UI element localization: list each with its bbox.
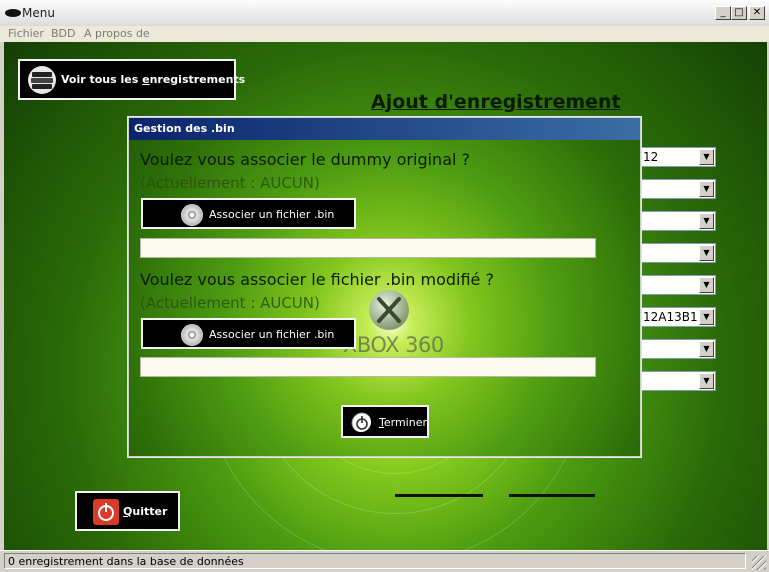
quit-button[interactable]: Quitter <box>75 491 180 531</box>
combo-field-7[interactable]: ▼ <box>640 339 716 359</box>
combo-field-3[interactable]: ▼ <box>640 211 716 231</box>
view-all-records-label: Voir tous les enregistrements <box>61 73 246 86</box>
hidden-button-edge <box>395 494 483 497</box>
app-icon <box>5 9 21 17</box>
chevron-down-icon[interactable]: ▼ <box>699 309 714 325</box>
xbox-watermark: XBOX 360 <box>343 333 444 357</box>
question-modified: Voulez vous associer le fichier .bin mod… <box>140 270 494 289</box>
chevron-down-icon[interactable]: ▼ <box>699 149 714 165</box>
main-window: Menu _ □ ✕ Fichier BDD A propos de Voir … <box>0 0 769 572</box>
quit-label: Quitter <box>123 505 168 518</box>
combo-value: 12 <box>643 150 659 164</box>
chevron-down-icon[interactable]: ▼ <box>699 213 714 229</box>
question-dummy: Voulez vous associer le dummy original ? <box>140 150 471 169</box>
combo-field-1[interactable]: 12 ▼ <box>640 147 716 167</box>
chevron-down-icon[interactable]: ▼ <box>699 277 714 293</box>
resize-grip-icon[interactable] <box>752 556 766 570</box>
chevron-down-icon[interactable]: ▼ <box>699 373 714 389</box>
view-all-records-button[interactable]: Voir tous les enregistrements <box>18 59 245 100</box>
menu-bar: Fichier BDD A propos de <box>0 26 769 42</box>
finish-button[interactable]: Terminer <box>341 405 429 438</box>
page-heading: Ajout d'enregistrement <box>371 91 621 113</box>
power-icon <box>93 499 119 525</box>
bin-management-dialog: Gestion des .bin Voulez vous associer le… <box>128 117 641 457</box>
status-text: 0 enregistrement dans la base de données <box>4 553 746 569</box>
associate-dummy-label: Associer un fichier .bin <box>209 208 335 221</box>
disc-icon <box>181 204 203 226</box>
menu-a-propos[interactable]: A propos de <box>84 27 150 40</box>
dialog-title: Gestion des .bin <box>134 122 235 135</box>
current-dummy-status: (Actuellement : AUCUN) <box>140 174 320 192</box>
associate-modified-label: Associer un fichier .bin <box>209 328 335 341</box>
finish-label: Terminer <box>379 416 427 429</box>
combo-field-5[interactable]: ▼ <box>640 275 716 295</box>
combo-field-2[interactable]: ▼ <box>640 179 716 199</box>
menu-fichier[interactable]: Fichier <box>8 27 44 40</box>
window-title: Menu <box>22 6 55 20</box>
maximize-button[interactable]: □ <box>731 6 747 20</box>
disc-icon <box>181 324 203 346</box>
current-modified-status: (Actuellement : AUCUN) <box>140 294 320 312</box>
combo-field-6[interactable]: 12A13B1 ▼ <box>640 307 716 327</box>
minimize-button[interactable]: _ <box>715 6 731 20</box>
combo-value: 12A13B1 <box>643 310 698 324</box>
associate-modified-button[interactable]: Associer un fichier .bin <box>141 318 356 349</box>
dialog-title-bar[interactable]: Gestion des .bin <box>129 118 640 140</box>
power-icon <box>351 412 371 432</box>
chevron-down-icon[interactable]: ▼ <box>699 341 714 357</box>
dummy-path-field[interactable] <box>140 238 596 258</box>
xbox-logo-icon <box>369 290 409 330</box>
title-bar[interactable]: Menu _ □ ✕ <box>0 0 769 27</box>
hidden-button-edge <box>509 494 595 497</box>
associate-dummy-button[interactable]: Associer un fichier .bin <box>141 198 356 229</box>
xbox-x-icon <box>377 297 401 323</box>
combo-field-4[interactable]: ▼ <box>640 243 716 263</box>
chevron-down-icon[interactable]: ▼ <box>699 181 714 197</box>
modified-path-field[interactable] <box>140 357 596 377</box>
combo-field-8[interactable]: ▼ <box>640 371 716 391</box>
chevron-down-icon[interactable]: ▼ <box>699 245 714 261</box>
books-icon <box>28 66 56 94</box>
status-bar: 0 enregistrement dans la base de données <box>0 550 769 572</box>
close-button[interactable]: ✕ <box>749 6 765 20</box>
menu-bdd[interactable]: BDD <box>51 27 76 40</box>
